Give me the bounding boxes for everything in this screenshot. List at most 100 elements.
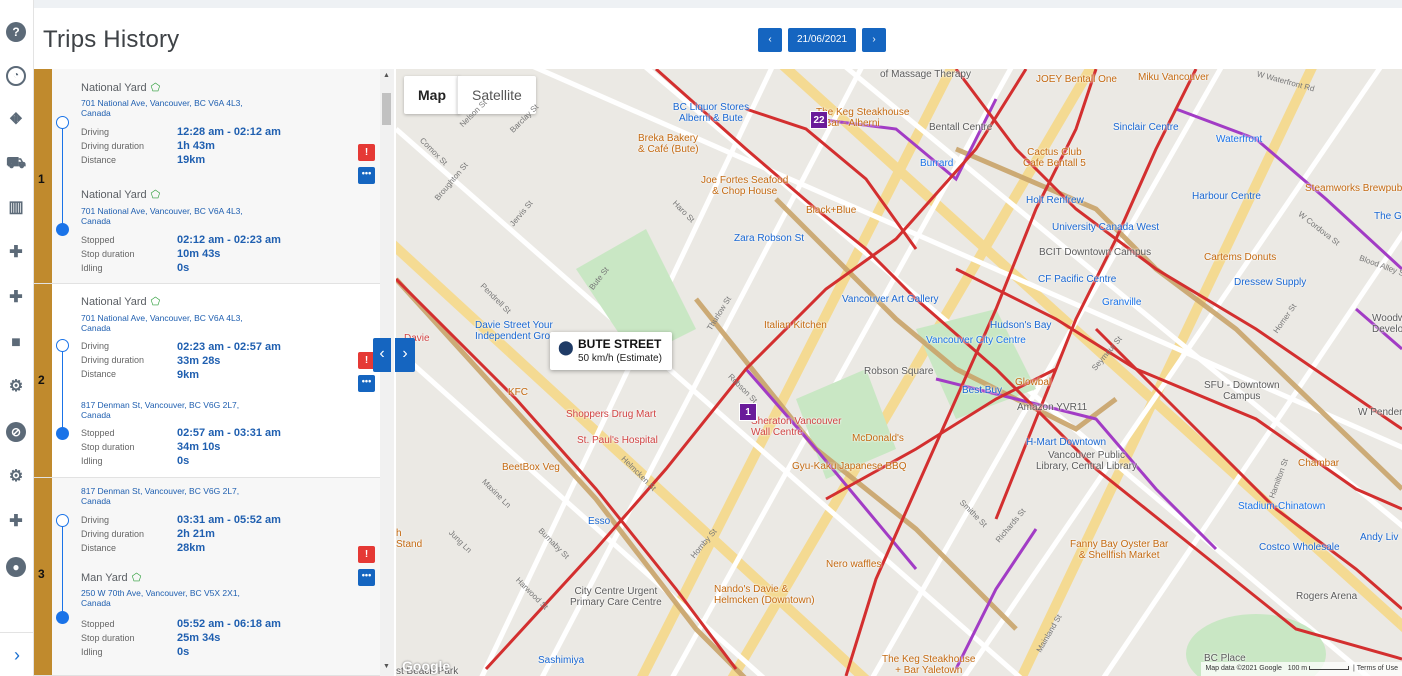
poi-holt-renfrew[interactable]: Holt Renfrew <box>1026 195 1084 206</box>
poi-keg-alberni[interactable]: The Keg Steakhouse + Bar - Alberni <box>816 107 909 129</box>
poi-amazon-yvr11[interactable]: Amazon YVR11 <box>1017 402 1087 413</box>
dashboard-icon[interactable]: ◔ <box>6 66 26 86</box>
poi-joey-bentall[interactable]: JOEY Bentall One <box>1036 74 1117 85</box>
poi-robson-square[interactable]: Robson Square <box>864 366 934 377</box>
poi-nandos[interactable]: Nando's Davie & Helmcken (Downtown) <box>714 584 815 606</box>
poi-dressew-supply[interactable]: Dressew Supply <box>1234 277 1306 288</box>
expand-panel-chevron-right-icon[interactable]: › <box>395 338 415 372</box>
poi-vancouver-public-library[interactable]: Vancouver Public Library, Central Librar… <box>1036 450 1137 472</box>
routes-icon[interactable]: ⛖ <box>6 110 26 130</box>
poi-sfu-downtown[interactable]: SFU - Downtown Campus <box>1204 380 1280 402</box>
scroll-thumb[interactable] <box>382 93 391 125</box>
reports-icon[interactable]: ▥ <box>6 198 26 218</box>
plugin-icon-3[interactable]: ✚ <box>6 512 26 532</box>
poi-w-pender[interactable]: W Pender <box>1358 407 1402 418</box>
poi-miku-vancouver[interactable]: Miku Vancouver <box>1138 72 1209 83</box>
poi-woodwards[interactable]: Woodw Develo <box>1372 313 1402 335</box>
end-address[interactable]: 250 W 70th Ave, Vancouver, BC V5X 2X1, C… <box>81 588 271 608</box>
poi-stadium-chinatown[interactable]: Stadium-Chinatown <box>1238 501 1325 512</box>
poi-sinclair-centre[interactable]: Sinclair Centre <box>1113 122 1179 133</box>
settings-icon[interactable]: ⚙ <box>6 377 26 397</box>
alert-warning-button[interactable]: ! <box>358 144 375 161</box>
poi-cf-pacific-centre[interactable]: CF Pacific Centre <box>1038 274 1116 285</box>
camera-icon[interactable]: ■ <box>6 333 26 353</box>
date-picker-button[interactable]: 21/06/2021 <box>788 28 856 52</box>
map-scale[interactable]: 100 m <box>1288 665 1307 672</box>
terms-link[interactable]: Terms of Use <box>1357 665 1398 672</box>
help-icon[interactable]: ? <box>6 22 26 42</box>
poi-sashimiya[interactable]: Sashimiya <box>538 655 584 666</box>
next-date-button[interactable]: › <box>862 28 886 52</box>
map-type-satellite-button[interactable]: Satellite <box>457 76 536 114</box>
scroll-down-icon[interactable]: ▼ <box>383 663 390 670</box>
expand-nav-chevron-icon[interactable]: › <box>0 632 34 676</box>
map-type-map-button[interactable]: Map <box>404 76 460 114</box>
trip-start-marker[interactable]: 1 <box>739 403 757 421</box>
poi-bc-liquor-stores[interactable]: BC Liquor Stores Alberni & Bute <box>666 102 756 124</box>
trip-card-1[interactable]: 1 National Yard ⬠ 701 National Ave, Vanco… <box>34 69 380 284</box>
truck-icon[interactable]: ⛟ <box>6 154 26 174</box>
alert-warning-button[interactable]: ! <box>358 546 375 563</box>
poi-joe-fortes[interactable]: Joe Fortes Seafood & Chop House <box>701 175 788 197</box>
poi-glowbal[interactable]: Glowbal <box>1015 377 1051 388</box>
poi-mcdonalds[interactable]: McDonald's <box>852 433 904 444</box>
poi-keg-yaletown[interactable]: The Keg Steakhouse + Bar Yaletown <box>882 654 975 676</box>
poi-breka-bakery[interactable]: Breka Bakery & Café (Bute) <box>638 133 699 155</box>
compass-icon[interactable]: ⊘ <box>6 422 26 442</box>
poi-the-ga[interactable]: The Ga <box>1374 211 1402 222</box>
poi-rogers-arena[interactable]: Rogers Arena <box>1296 591 1357 602</box>
poi-bentall-centre[interactable]: Bentall Centre <box>929 122 992 133</box>
trip-card-3[interactable]: 3 817 Denman St, Vancouver, BC V6G 2L7, … <box>34 478 380 676</box>
tooltip-speed: 50 km/h (Estimate) <box>578 353 662 364</box>
poi-vancouver-city-centre[interactable]: Vancouver City Centre <box>926 335 1026 346</box>
scroll-up-icon[interactable]: ▲ <box>383 72 390 79</box>
poi-andy-liv[interactable]: Andy Liv <box>1360 532 1398 543</box>
poi-shoppers-drug-mart[interactable]: Shoppers Drug Mart <box>566 409 656 420</box>
collapse-panel-chevron-left-icon[interactable]: ‹ <box>373 338 391 372</box>
poi-burrard-station[interactable]: Burrard <box>920 158 953 169</box>
poi-costco[interactable]: Costco Wholesale <box>1259 542 1340 553</box>
poi-best-buy[interactable]: Best Buy <box>962 385 1002 396</box>
poi-sheraton-wall-centre[interactable]: Sheraton Vancouver Wall Centre <box>751 416 841 438</box>
start-address[interactable]: 701 National Ave, Vancouver, BC V6A 4L3,… <box>81 98 271 118</box>
poi-massage-therapy[interactable]: of Massage Therapy <box>880 69 971 80</box>
more-options-button[interactable]: ••• <box>358 569 375 586</box>
plugin-icon[interactable]: ✚ <box>6 243 26 263</box>
poi-nero-waffles[interactable]: Nero waffles <box>826 559 881 570</box>
poi-hudsons-bay[interactable]: Hudson's Bay <box>990 320 1051 331</box>
poi-chambar[interactable]: Chambar <box>1298 458 1339 469</box>
poi-steamworks[interactable]: Steamworks Brewpub <box>1305 183 1402 194</box>
start-address[interactable]: 817 Denman St, Vancouver, BC V6G 2L7, Ca… <box>81 486 271 506</box>
poi-h-mart[interactable]: H-Mart Downtown <box>1026 437 1106 448</box>
poi-university-canada-west[interactable]: University Canada West <box>1052 222 1159 233</box>
poi-beetbox-veg[interactable]: BeetBox Veg <box>502 462 560 473</box>
location-icon[interactable]: ● <box>6 557 26 577</box>
plugin-icon-2[interactable]: ✚ <box>6 288 26 308</box>
poi-granville-station[interactable]: Granville <box>1102 297 1141 308</box>
poi-vancouver-art-gallery[interactable]: Vancouver Art Gallery <box>842 294 939 305</box>
poi-st-pauls-hospital[interactable]: St. Paul's Hospital <box>577 435 658 446</box>
poi-zara-robson[interactable]: Zara Robson St <box>734 233 804 244</box>
poi-esso[interactable]: Esso <box>588 516 610 527</box>
more-options-button[interactable]: ••• <box>358 167 375 184</box>
trip-card-2[interactable]: 2 National Yard ⬠ 701 National Ave, Vanco… <box>34 284 380 478</box>
poi-city-centre-urgent-care[interactable]: City Centre Urgent Primary Care Centre <box>570 586 662 608</box>
poi-fanny-bay[interactable]: Fanny Bay Oyster Bar & Shellfish Market <box>1070 539 1168 561</box>
poi-gyu-kaku[interactable]: Gyu-Kaku Japanese BBQ <box>792 461 907 472</box>
poi-black-blue[interactable]: Black+Blue <box>806 205 856 216</box>
previous-date-button[interactable]: ‹ <box>758 28 782 52</box>
end-address[interactable]: 817 Denman St, Vancouver, BC V6G 2L7, Ca… <box>81 400 271 420</box>
poi-harbour-centre[interactable]: Harbour Centre <box>1192 191 1261 202</box>
trip-end-marker[interactable]: 22 <box>810 111 828 129</box>
trip-list-scrollbar[interactable]: ▲ ▼ <box>380 69 394 676</box>
poi-waterfront[interactable]: Waterfront <box>1216 134 1262 145</box>
more-options-button[interactable]: ••• <box>358 375 375 392</box>
poi-cactus-club[interactable]: Cactus Club Cafe Bentall 5 <box>1023 147 1086 169</box>
poi-bcit-downtown[interactable]: BCIT Downtown Campus <box>1039 247 1151 258</box>
poi-italian-kitchen[interactable]: Italian Kitchen <box>764 320 827 331</box>
map-view[interactable]: Map Satellite BC Liquor Stores Alberni &… <box>396 69 1402 676</box>
poi-cartems-donuts[interactable]: Cartems Donuts <box>1204 252 1276 263</box>
gear-icon[interactable]: ⚙ <box>6 467 26 487</box>
start-address[interactable]: 701 National Ave, Vancouver, BC V6A 4L3,… <box>81 313 271 333</box>
end-address[interactable]: 701 National Ave, Vancouver, BC V6A 4L3,… <box>81 206 271 226</box>
